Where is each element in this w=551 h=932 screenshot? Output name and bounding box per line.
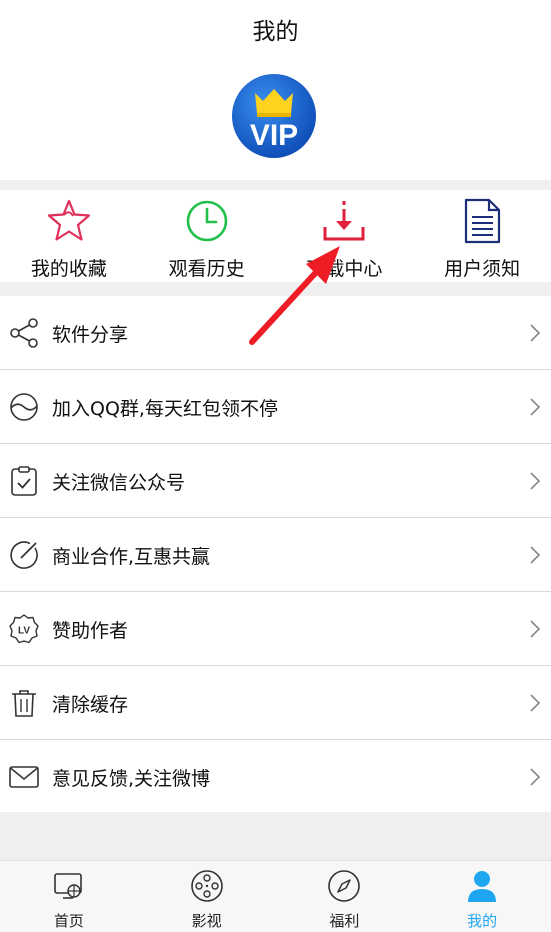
vip-text: VIP [250, 119, 298, 152]
menu-item-feedback[interactable]: 意见反馈,关注微博 [0, 740, 551, 814]
profile-header: 我的 VIP [0, 0, 551, 180]
tab-label: 影视 [191, 912, 222, 930]
download-icon [323, 201, 365, 241]
film-reel-icon [190, 870, 223, 902]
vip-avatar[interactable]: VIP [231, 73, 317, 159]
user-icon [468, 871, 497, 902]
menu-item-clear-cache[interactable]: 清除缓存 [0, 666, 551, 740]
chevron-right-icon [530, 398, 541, 416]
quick-label: 观看历史 [168, 258, 245, 280]
menu-item-business[interactable]: 商业合作,互惠共赢 [0, 518, 551, 592]
tab-label: 福利 [329, 912, 360, 930]
clipboard-check-icon [11, 466, 37, 496]
menu-item-qq-group[interactable]: 加入QQ群,每天红包领不停 [0, 370, 551, 444]
settings-menu: 软件分享 加入QQ群,每天红包领不停 关注微信公众号 商业合作,互惠共赢 LV … [0, 296, 551, 812]
monitor-globe-icon [54, 873, 82, 899]
menu-item-share[interactable]: 软件分享 [0, 296, 551, 370]
quick-item-user-notice[interactable]: 用户须知 [413, 190, 551, 282]
pen-circle-icon [10, 541, 38, 569]
tab-label: 首页 [53, 912, 84, 930]
tab-mine[interactable]: 我的 [413, 861, 551, 932]
quick-item-history[interactable]: 观看历史 [138, 190, 276, 282]
mail-icon [9, 766, 39, 788]
tab-home[interactable]: 首页 [0, 861, 138, 932]
clock-icon [186, 200, 227, 242]
tab-movies[interactable]: 影视 [138, 861, 276, 932]
menu-label: 软件分享 [52, 324, 129, 346]
lv-badge-icon: LV [9, 614, 39, 644]
quick-item-favorites[interactable]: 我的收藏 [0, 190, 138, 282]
svg-text:LV: LV [18, 626, 30, 637]
tab-label: 我的 [467, 912, 498, 930]
document-icon [465, 198, 501, 244]
tab-welfare[interactable]: 福利 [276, 861, 414, 932]
page-title: 我的 [252, 19, 299, 45]
chevron-right-icon [530, 768, 541, 786]
trash-icon [12, 690, 36, 717]
star-icon [47, 199, 90, 241]
chevron-right-icon [530, 472, 541, 490]
quick-label: 下载中心 [306, 258, 383, 280]
menu-label: 商业合作,互惠共赢 [52, 546, 211, 568]
chevron-right-icon [530, 546, 541, 564]
group-icon [10, 393, 38, 421]
menu-label: 加入QQ群,每天红包领不停 [52, 398, 278, 420]
share-icon [10, 318, 38, 348]
menu-item-sponsor[interactable]: LV 赞助作者 [0, 592, 551, 666]
chevron-right-icon [530, 324, 541, 342]
menu-label: 赞助作者 [52, 620, 129, 642]
menu-label: 意见反馈,关注微博 [52, 768, 211, 790]
quick-label: 我的收藏 [30, 258, 107, 280]
menu-item-wechat[interactable]: 关注微信公众号 [0, 444, 551, 518]
menu-label: 清除缓存 [52, 694, 129, 716]
quick-item-downloads[interactable]: 下载中心 [276, 190, 414, 282]
bottom-tab-bar: 首页 影视 福利 我的 [0, 860, 551, 932]
quick-label: 用户须知 [444, 258, 521, 280]
chevron-right-icon [530, 694, 541, 712]
compass-icon [328, 870, 361, 902]
menu-label: 关注微信公众号 [52, 472, 186, 494]
quick-actions: 我的收藏 观看历史 下载中心 用户须知 [0, 190, 551, 282]
chevron-right-icon [530, 620, 541, 638]
